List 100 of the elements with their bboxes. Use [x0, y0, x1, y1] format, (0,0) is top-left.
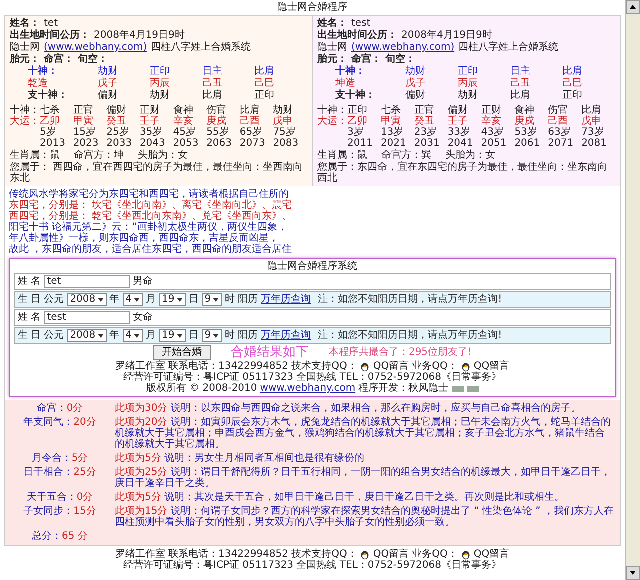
table-cell-text: 正印 — [348, 105, 368, 116]
score-description: 此项为15分 说明：何谓子女同步？西方的科学家在探索男女结合的奥秘时提出了 “ 性染色体论 ” ，我们东方人在四柱预测中看头胎子女的性别，男女双方的八字中头胎子女的性别必须一致。 — [115, 506, 615, 528]
table-cell-text: 2021 — [380, 138, 408, 149]
site-name: 隐士网 — [10, 42, 40, 53]
table-cell-text: 丙辰 — [458, 78, 479, 89]
site-tagline: 四柱八字姓上合婚系统 — [151, 42, 252, 53]
note-text: 传统风水学将家宅分为东四宅和西四宅，请读者根据自己住所的 — [8, 189, 289, 200]
table-cell-text: 比肩 — [240, 105, 261, 116]
era-text: 公元 — [44, 294, 64, 305]
month-select[interactable]: 4 — [122, 329, 144, 342]
hint-text: 注：如您不知阳历日期，请点万年历查询! — [318, 330, 502, 341]
table-cell-text: 正官 — [414, 105, 436, 116]
table-cell-text: 2013 — [40, 138, 66, 149]
table-cell-text: 七杀 — [40, 105, 61, 116]
table-cell-text: 食神 — [514, 105, 536, 116]
penguin-icon — [460, 550, 471, 560]
table-cell-text: 73岁 — [582, 127, 606, 138]
score-label: 日干相合：25分 — [22, 467, 98, 480]
score-description: 此项为25分 说明：谓日干舒配得所？日干五行相同，一阴一阳的组合男女结合的机缘最大，如甲日干逢乙日干，庚日干逢辛日干之类。 — [115, 467, 612, 489]
site-link[interactable]: (www.webhany.com) — [44, 42, 148, 53]
table-cell-text: 劫财 — [273, 105, 294, 116]
hour-select[interactable]: 9 — [202, 293, 222, 306]
qq-link[interactable]: QQ留言 — [373, 549, 410, 560]
table-cell-text: 戊申 — [273, 116, 294, 127]
table-cell-text: 正印 — [458, 66, 479, 77]
table-cell-text: 偏财 — [106, 105, 128, 116]
calendar-text: 阳历 — [238, 294, 258, 305]
table-cell-text: 33岁 — [448, 127, 472, 138]
table-cell-text: 25岁 — [106, 127, 130, 138]
start-button[interactable]: 开始合婚 — [152, 345, 211, 360]
name-field[interactable]: tet — [44, 275, 130, 288]
table-cell-text: 食神 — [173, 105, 194, 116]
table-cell-text: 劫财 — [98, 66, 119, 77]
page-title: 隐士网合婚程序 — [276, 0, 348, 15]
site-link[interactable]: www.webhany.com — [260, 383, 356, 394]
unit-text: 年 — [110, 330, 120, 341]
table-cell-text: 己丑 — [202, 78, 224, 89]
note-text: 故此 ，东四命的朋友，适合居住东四宅，西四命的朋友适合居住 — [8, 244, 294, 255]
row-label: 乾造 — [28, 78, 49, 89]
table-cell-text: 己丑 — [510, 78, 532, 89]
field-label: 生 日 — [18, 294, 42, 305]
field-value: tet — [44, 18, 58, 29]
table-cell-text: 正印 — [254, 90, 276, 101]
field-label: 旬空： — [78, 54, 108, 65]
table-cell-text: 65岁 — [240, 127, 264, 138]
qq-link[interactable]: QQ留言 — [474, 549, 510, 560]
site-name: 隐士网 — [318, 42, 348, 53]
table-cell-text: 七杀 — [380, 105, 402, 116]
score-label: 命宫：0分 — [36, 403, 84, 414]
month-select[interactable]: 4 — [122, 293, 144, 306]
name-field[interactable]: test — [44, 311, 130, 324]
contact-text: 罗绪工作室 联系电话：13422994852 技术支持QQ： — [115, 361, 358, 372]
field-label: 出生地时间公历： — [318, 30, 398, 41]
result-heading: 合婚结果如下 — [230, 345, 309, 360]
field-label: 命宫： — [352, 54, 382, 65]
table-cell-text: 2033 — [106, 138, 134, 149]
dialog-title: 隐士网合婚程序系统 — [266, 261, 358, 272]
table-cell-text: 比肩 — [254, 66, 276, 77]
year-select[interactable]: 2008 — [67, 329, 107, 342]
row-label: 大运： — [318, 116, 348, 127]
score-label: 子女同步：15分 — [22, 506, 98, 519]
table-cell-text: 2011 — [348, 138, 374, 149]
row-label: 十神： — [10, 105, 40, 116]
year-select[interactable]: 2008 — [67, 293, 107, 306]
field-label: 出生地时间公历： — [10, 30, 90, 41]
calendar-link[interactable]: 万年历查询 — [261, 330, 312, 341]
calendar-text: 阳历 — [238, 330, 258, 341]
table-cell-text: 比肩 — [582, 105, 603, 116]
counter-text: 本程序共撮合了：295位朋友了! — [328, 347, 472, 358]
qq-link[interactable]: QQ留言 — [373, 361, 410, 372]
score-label: 月令合：5分 — [30, 453, 90, 464]
penguin-icon — [460, 362, 471, 372]
scrollbar[interactable] — [625, 0, 640, 580]
table-cell-text: 53岁 — [514, 127, 538, 138]
table-cell-text: 2073 — [240, 138, 266, 149]
table-cell-text: 戊子 — [406, 78, 426, 89]
day-select[interactable]: 19 — [159, 329, 186, 342]
table-cell-text: 正财 — [481, 105, 502, 116]
table-cell-text: 日主 — [202, 66, 224, 77]
table-cell-text: 正官 — [73, 105, 94, 116]
field-label: 姓 名 — [18, 276, 42, 287]
table-cell-text: 劫财 — [458, 90, 479, 101]
calendar-link[interactable]: 万年历查询 — [261, 294, 312, 305]
unit-text: 日 — [188, 294, 199, 305]
contact-text: 业务QQ： — [412, 361, 458, 372]
qq-link[interactable]: QQ留言 — [474, 361, 510, 372]
gender-text: 女命 — [133, 312, 154, 323]
unit-text: 时 — [225, 294, 236, 305]
day-select[interactable]: 19 — [159, 293, 186, 306]
summary-text: 您属于：东四命，宜在东四宅的房子为最佳，最佳坐向：坐东南向西北 — [318, 162, 608, 184]
unit-text: 年 — [110, 294, 120, 305]
hour-select[interactable]: 9 — [202, 329, 222, 342]
table-cell-text: 2031 — [414, 138, 441, 149]
table-cell-text: 13岁 — [380, 127, 405, 138]
table-cell-text: 2023 — [73, 138, 100, 149]
site-link[interactable]: (www.webhany.com) — [352, 42, 455, 53]
table-cell-text: 戊申 — [582, 116, 602, 127]
table-cell-text: 比肩 — [562, 66, 584, 77]
table-cell-text: 63岁 — [548, 127, 572, 138]
table-cell-text: 2063 — [206, 138, 234, 149]
